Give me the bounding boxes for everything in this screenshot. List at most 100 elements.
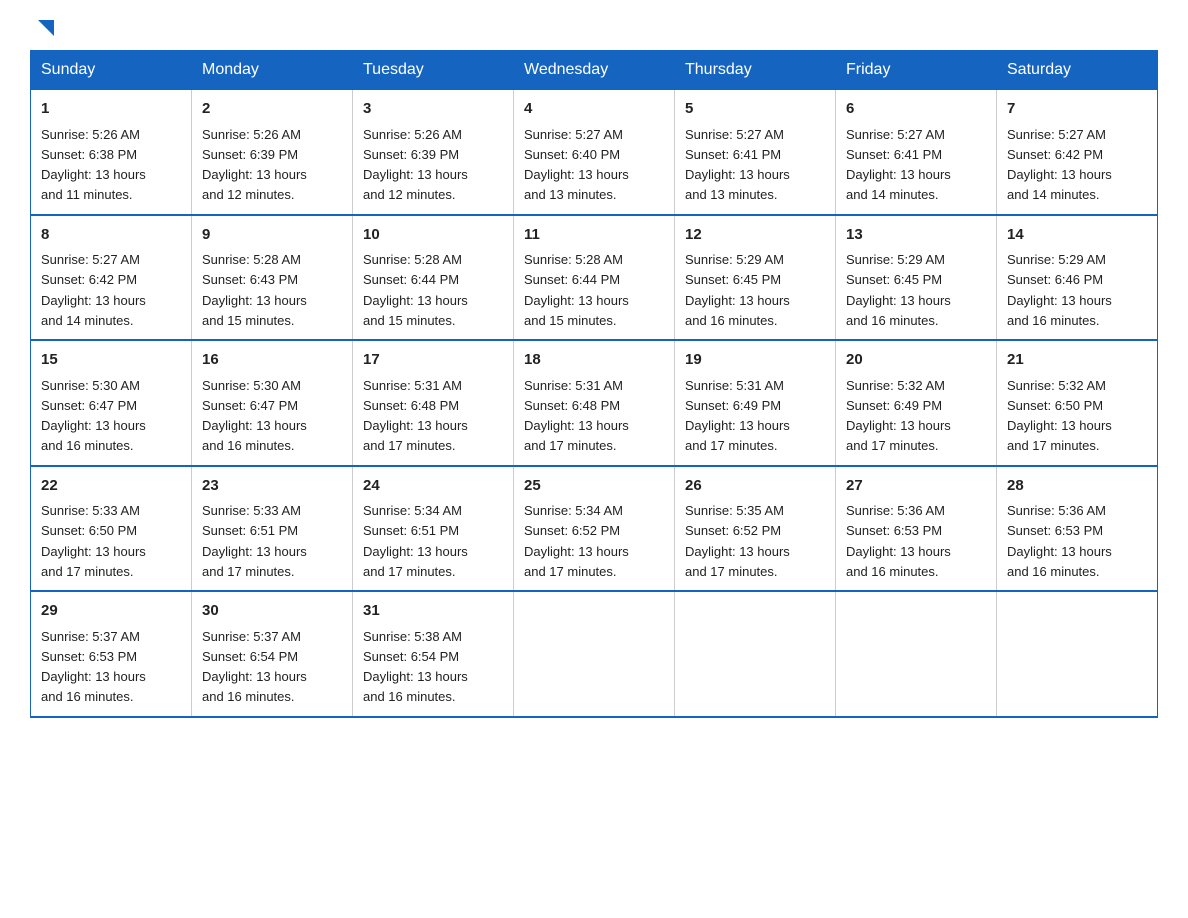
- day-number: 3: [363, 98, 503, 121]
- day-info: Sunrise: 5:30 AMSunset: 6:47 PMDaylight:…: [41, 378, 146, 454]
- day-info: Sunrise: 5:29 AMSunset: 6:45 PMDaylight:…: [846, 252, 951, 328]
- calendar-cell: 14 Sunrise: 5:29 AMSunset: 6:46 PMDaylig…: [997, 215, 1158, 341]
- day-number: 26: [685, 475, 825, 498]
- calendar-cell: 4 Sunrise: 5:27 AMSunset: 6:40 PMDayligh…: [514, 90, 675, 215]
- day-info: Sunrise: 5:31 AMSunset: 6:48 PMDaylight:…: [524, 378, 629, 454]
- header-cell-friday: Friday: [836, 51, 997, 90]
- calendar-cell: 13 Sunrise: 5:29 AMSunset: 6:45 PMDaylig…: [836, 215, 997, 341]
- calendar-cell: 17 Sunrise: 5:31 AMSunset: 6:48 PMDaylig…: [353, 340, 514, 466]
- day-number: 22: [41, 475, 181, 498]
- day-info: Sunrise: 5:34 AMSunset: 6:51 PMDaylight:…: [363, 503, 468, 579]
- day-number: 31: [363, 600, 503, 623]
- calendar-cell: 31 Sunrise: 5:38 AMSunset: 6:54 PMDaylig…: [353, 591, 514, 717]
- calendar-cell: 30 Sunrise: 5:37 AMSunset: 6:54 PMDaylig…: [192, 591, 353, 717]
- day-number: 29: [41, 600, 181, 623]
- calendar-cell: 23 Sunrise: 5:33 AMSunset: 6:51 PMDaylig…: [192, 466, 353, 592]
- day-number: 23: [202, 475, 342, 498]
- header-cell-monday: Monday: [192, 51, 353, 90]
- calendar-cell: 19 Sunrise: 5:31 AMSunset: 6:49 PMDaylig…: [675, 340, 836, 466]
- day-number: 19: [685, 349, 825, 372]
- day-number: 28: [1007, 475, 1147, 498]
- day-number: 8: [41, 224, 181, 247]
- calendar-cell: 26 Sunrise: 5:35 AMSunset: 6:52 PMDaylig…: [675, 466, 836, 592]
- calendar-cell: [514, 591, 675, 717]
- calendar-cell: 15 Sunrise: 5:30 AMSunset: 6:47 PMDaylig…: [31, 340, 192, 466]
- calendar-cell: 2 Sunrise: 5:26 AMSunset: 6:39 PMDayligh…: [192, 90, 353, 215]
- day-info: Sunrise: 5:27 AMSunset: 6:41 PMDaylight:…: [685, 127, 790, 203]
- day-info: Sunrise: 5:26 AMSunset: 6:39 PMDaylight:…: [202, 127, 307, 203]
- day-number: 2: [202, 98, 342, 121]
- week-row-1: 1 Sunrise: 5:26 AMSunset: 6:38 PMDayligh…: [31, 90, 1158, 215]
- header-cell-thursday: Thursday: [675, 51, 836, 90]
- day-info: Sunrise: 5:26 AMSunset: 6:38 PMDaylight:…: [41, 127, 146, 203]
- day-info: Sunrise: 5:28 AMSunset: 6:44 PMDaylight:…: [524, 252, 629, 328]
- day-number: 5: [685, 98, 825, 121]
- day-number: 24: [363, 475, 503, 498]
- calendar-cell: 12 Sunrise: 5:29 AMSunset: 6:45 PMDaylig…: [675, 215, 836, 341]
- day-info: Sunrise: 5:37 AMSunset: 6:54 PMDaylight:…: [202, 629, 307, 705]
- page-header: [30, 20, 1158, 40]
- day-info: Sunrise: 5:38 AMSunset: 6:54 PMDaylight:…: [363, 629, 468, 705]
- header-cell-wednesday: Wednesday: [514, 51, 675, 90]
- day-number: 25: [524, 475, 664, 498]
- day-number: 13: [846, 224, 986, 247]
- day-number: 17: [363, 349, 503, 372]
- day-info: Sunrise: 5:30 AMSunset: 6:47 PMDaylight:…: [202, 378, 307, 454]
- day-number: 12: [685, 224, 825, 247]
- calendar-cell: 28 Sunrise: 5:36 AMSunset: 6:53 PMDaylig…: [997, 466, 1158, 592]
- day-info: Sunrise: 5:33 AMSunset: 6:50 PMDaylight:…: [41, 503, 146, 579]
- calendar-cell: 22 Sunrise: 5:33 AMSunset: 6:50 PMDaylig…: [31, 466, 192, 592]
- calendar-cell: 27 Sunrise: 5:36 AMSunset: 6:53 PMDaylig…: [836, 466, 997, 592]
- header-row: SundayMondayTuesdayWednesdayThursdayFrid…: [31, 51, 1158, 90]
- day-number: 9: [202, 224, 342, 247]
- day-info: Sunrise: 5:31 AMSunset: 6:48 PMDaylight:…: [363, 378, 468, 454]
- day-number: 7: [1007, 98, 1147, 121]
- day-number: 21: [1007, 349, 1147, 372]
- calendar-cell: 6 Sunrise: 5:27 AMSunset: 6:41 PMDayligh…: [836, 90, 997, 215]
- day-number: 14: [1007, 224, 1147, 247]
- day-info: Sunrise: 5:33 AMSunset: 6:51 PMDaylight:…: [202, 503, 307, 579]
- day-info: Sunrise: 5:27 AMSunset: 6:42 PMDaylight:…: [41, 252, 146, 328]
- calendar-table: SundayMondayTuesdayWednesdayThursdayFrid…: [30, 50, 1158, 718]
- header-cell-saturday: Saturday: [997, 51, 1158, 90]
- calendar-cell: 11 Sunrise: 5:28 AMSunset: 6:44 PMDaylig…: [514, 215, 675, 341]
- calendar-cell: 3 Sunrise: 5:26 AMSunset: 6:39 PMDayligh…: [353, 90, 514, 215]
- day-info: Sunrise: 5:27 AMSunset: 6:42 PMDaylight:…: [1007, 127, 1112, 203]
- logo: [30, 20, 60, 40]
- day-number: 1: [41, 98, 181, 121]
- day-info: Sunrise: 5:28 AMSunset: 6:43 PMDaylight:…: [202, 252, 307, 328]
- calendar-cell: 5 Sunrise: 5:27 AMSunset: 6:41 PMDayligh…: [675, 90, 836, 215]
- calendar-cell: [675, 591, 836, 717]
- week-row-3: 15 Sunrise: 5:30 AMSunset: 6:47 PMDaylig…: [31, 340, 1158, 466]
- header-cell-sunday: Sunday: [31, 51, 192, 90]
- calendar-cell: 20 Sunrise: 5:32 AMSunset: 6:49 PMDaylig…: [836, 340, 997, 466]
- day-info: Sunrise: 5:28 AMSunset: 6:44 PMDaylight:…: [363, 252, 468, 328]
- day-info: Sunrise: 5:34 AMSunset: 6:52 PMDaylight:…: [524, 503, 629, 579]
- header-cell-tuesday: Tuesday: [353, 51, 514, 90]
- day-info: Sunrise: 5:26 AMSunset: 6:39 PMDaylight:…: [363, 127, 468, 203]
- day-info: Sunrise: 5:31 AMSunset: 6:49 PMDaylight:…: [685, 378, 790, 454]
- week-row-2: 8 Sunrise: 5:27 AMSunset: 6:42 PMDayligh…: [31, 215, 1158, 341]
- day-info: Sunrise: 5:35 AMSunset: 6:52 PMDaylight:…: [685, 503, 790, 579]
- calendar-cell: 16 Sunrise: 5:30 AMSunset: 6:47 PMDaylig…: [192, 340, 353, 466]
- calendar-cell: 10 Sunrise: 5:28 AMSunset: 6:44 PMDaylig…: [353, 215, 514, 341]
- week-row-5: 29 Sunrise: 5:37 AMSunset: 6:53 PMDaylig…: [31, 591, 1158, 717]
- day-number: 11: [524, 224, 664, 247]
- day-info: Sunrise: 5:29 AMSunset: 6:45 PMDaylight:…: [685, 252, 790, 328]
- calendar-cell: 7 Sunrise: 5:27 AMSunset: 6:42 PMDayligh…: [997, 90, 1158, 215]
- calendar-cell: 25 Sunrise: 5:34 AMSunset: 6:52 PMDaylig…: [514, 466, 675, 592]
- day-info: Sunrise: 5:32 AMSunset: 6:49 PMDaylight:…: [846, 378, 951, 454]
- day-info: Sunrise: 5:27 AMSunset: 6:41 PMDaylight:…: [846, 127, 951, 203]
- calendar-cell: [836, 591, 997, 717]
- calendar-cell: 9 Sunrise: 5:28 AMSunset: 6:43 PMDayligh…: [192, 215, 353, 341]
- logo-arrow-icon: [32, 16, 60, 44]
- day-number: 10: [363, 224, 503, 247]
- calendar-cell: 1 Sunrise: 5:26 AMSunset: 6:38 PMDayligh…: [31, 90, 192, 215]
- calendar-cell: 8 Sunrise: 5:27 AMSunset: 6:42 PMDayligh…: [31, 215, 192, 341]
- day-info: Sunrise: 5:32 AMSunset: 6:50 PMDaylight:…: [1007, 378, 1112, 454]
- day-number: 20: [846, 349, 986, 372]
- calendar-cell: 18 Sunrise: 5:31 AMSunset: 6:48 PMDaylig…: [514, 340, 675, 466]
- day-number: 6: [846, 98, 986, 121]
- day-number: 18: [524, 349, 664, 372]
- day-number: 16: [202, 349, 342, 372]
